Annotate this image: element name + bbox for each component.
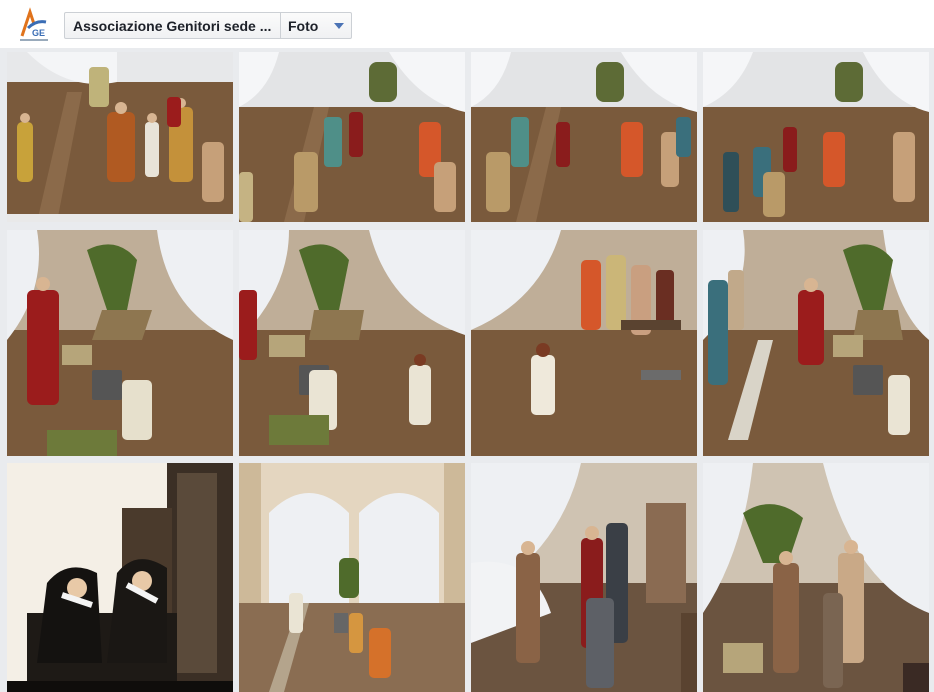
- photo-thumbnail[interactable]: [471, 463, 697, 692]
- photo-thumbnail[interactable]: [471, 230, 697, 456]
- courtyard-arches-photo: [239, 463, 465, 692]
- page-section-selector[interactable]: Associazione Genitori sede ... Foto: [64, 12, 352, 39]
- theatre-stage-photo: [703, 52, 929, 222]
- window-nuns-photo: [7, 463, 233, 692]
- photo-thumbnail[interactable]: [703, 230, 929, 456]
- agesc-logo-icon[interactable]: GE: [16, 6, 52, 44]
- photo-thumbnail[interactable]: [471, 52, 697, 222]
- theatre-stage-photo: [7, 230, 233, 456]
- chevron-down-icon[interactable]: [334, 22, 344, 29]
- photo-thumbnail[interactable]: [239, 230, 465, 456]
- theatre-stage-photo: [703, 463, 929, 692]
- photo-thumbnail[interactable]: [7, 52, 233, 222]
- page-name[interactable]: Associazione Genitori sede ...: [65, 18, 280, 34]
- photo-thumbnail[interactable]: [7, 463, 233, 692]
- photo-thumbnail[interactable]: [239, 52, 465, 222]
- theatre-stage-photo: [703, 230, 929, 456]
- theatre-stage-photo: [239, 52, 465, 222]
- photo-thumbnail[interactable]: [703, 463, 929, 692]
- theatre-stage-photo: [239, 230, 465, 456]
- theatre-stage-photo: [471, 52, 697, 222]
- svg-text:GE: GE: [32, 28, 45, 38]
- photo-thumbnail[interactable]: [703, 52, 929, 222]
- theatre-stage-photo: [471, 230, 697, 456]
- section-name[interactable]: Foto: [281, 18, 324, 34]
- theatre-stage-photo: [7, 52, 233, 222]
- theatre-stage-photo: [471, 463, 697, 692]
- photo-thumbnail[interactable]: [239, 463, 465, 692]
- photo-thumbnail[interactable]: [7, 230, 233, 456]
- photo-grid: [0, 48, 934, 692]
- top-bar: GE Associazione Genitori sede ... Foto: [0, 0, 934, 48]
